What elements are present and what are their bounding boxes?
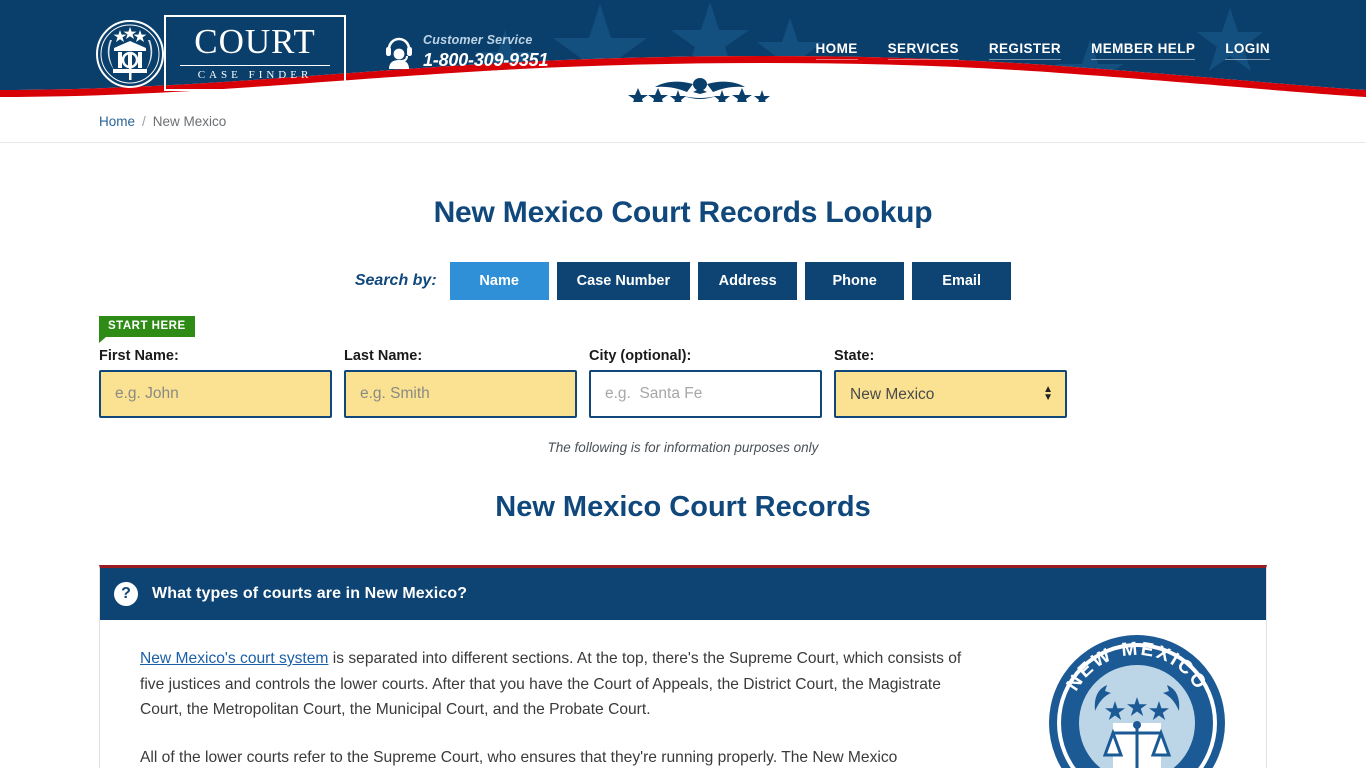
faq-paragraph-2: All of the lower courts refer to the Sup…	[140, 748, 898, 766]
city-label: City (optional):	[589, 348, 692, 364]
page-title: New Mexico Court Records Lookup	[433, 196, 933, 229]
last-name-field-group: Last Name:	[344, 348, 577, 418]
tab-case-number[interactable]: Case Number	[556, 262, 691, 300]
question-mark-icon: ?	[114, 582, 138, 606]
city-input[interactable]	[589, 370, 822, 418]
start-here-badge: START HERE	[99, 316, 195, 343]
nav-item-login[interactable]: LOGIN	[1225, 41, 1270, 60]
state-label: State:	[834, 348, 875, 364]
search-by-tabs: Search by: Name Case Number Address Phon…	[0, 262, 1366, 300]
nav-item-register[interactable]: REGISTER	[988, 41, 1062, 60]
eagle-emblem-icon	[628, 78, 770, 102]
customer-service-phone[interactable]: 1-800-309-9351	[423, 50, 549, 71]
court-seal-logo-icon	[96, 20, 164, 88]
search-form: START HERE First Name: Last Name: City (…	[0, 312, 1366, 732]
last-name-input[interactable]	[344, 370, 577, 418]
logo-wordmark: COURT	[194, 22, 316, 61]
first-name-label: First Name:	[99, 348, 179, 364]
main-content: New Mexico Court Records Lookup Search b…	[0, 143, 1366, 768]
breadcrumb: Home / New Mexico	[99, 114, 226, 129]
faq-accordion-header[interactable]: ? What types of courts are in New Mexico…	[100, 568, 1266, 620]
section-title: New Mexico Court Records	[495, 491, 871, 523]
city-field-group: City (optional):	[589, 348, 822, 418]
faq-body: New Mexico's court system is separated i…	[100, 620, 1266, 768]
search-by-label: Search by:	[354, 272, 437, 289]
faq-card: ? What types of courts are in New Mexico…	[99, 565, 1267, 768]
faq-paragraph-1: New Mexico's court system is separated i…	[140, 646, 985, 723]
tab-phone[interactable]: Phone	[805, 262, 905, 300]
tab-name[interactable]: Name	[449, 262, 549, 300]
faq-question-title: What types of courts are in New Mexico?	[152, 585, 468, 602]
nav-item-member-help[interactable]: MEMBER HELP	[1091, 41, 1196, 60]
nav-item-services[interactable]: SERVICES	[887, 41, 959, 60]
tab-address[interactable]: Address	[698, 262, 798, 300]
nav-item-home[interactable]: HOME	[815, 41, 858, 60]
breadcrumb-home[interactable]: Home	[99, 114, 135, 129]
breadcrumb-current: New Mexico	[152, 114, 227, 129]
first-name-input[interactable]	[99, 370, 332, 418]
first-name-field-group: First Name:	[99, 348, 332, 418]
court-system-link[interactable]: New Mexico's court system	[140, 650, 328, 667]
new-mexico-court-seal-icon: NEW MEXICO	[1049, 635, 1225, 768]
customer-service-label: Customer Service	[423, 33, 533, 47]
site-header: COURT CASE FINDER Customer Service 1-800…	[0, 0, 1366, 102]
main-navigation: HOME SERVICES REGISTER MEMBER HELP LOGIN	[815, 41, 1270, 60]
state-select-wrap: New Mexico ▲ ▼	[834, 370, 1067, 418]
breadcrumb-separator: /	[142, 114, 146, 129]
tab-email[interactable]: Email	[912, 262, 1012, 300]
headset-support-icon	[386, 37, 412, 69]
breadcrumb-bar: Home / New Mexico	[0, 102, 1366, 143]
last-name-label: Last Name:	[344, 348, 423, 364]
site-logo[interactable]: COURT CASE FINDER	[96, 8, 346, 96]
state-select[interactable]: New Mexico	[834, 370, 1067, 418]
logo-tagline: CASE FINDER	[180, 65, 330, 81]
information-disclaimer: The following is for information purpose…	[547, 440, 819, 455]
state-field-group: State: New Mexico ▲ ▼	[834, 348, 1067, 418]
